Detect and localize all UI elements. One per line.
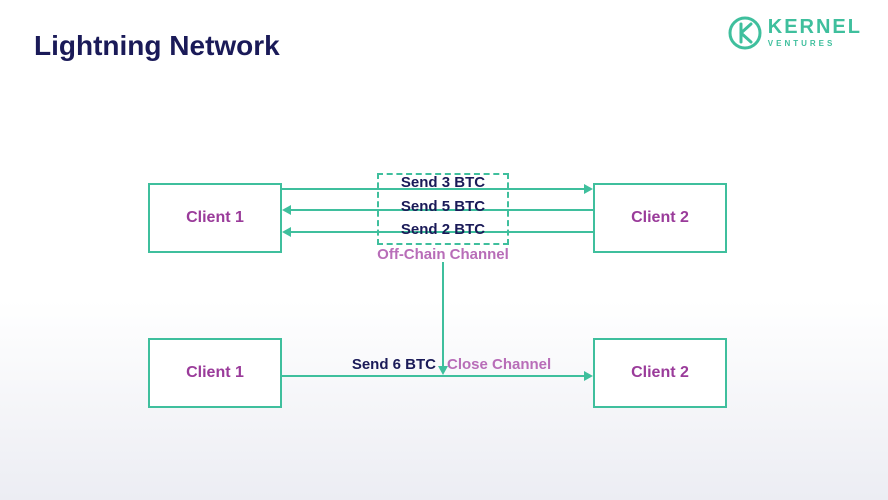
tx1-arrowhead	[584, 184, 593, 194]
tx1-label: Send 3 BTC	[377, 174, 509, 191]
top-left-node: Client 1	[148, 183, 282, 253]
bottom-arrow-line	[282, 375, 584, 377]
bottom-right-node: Client 2	[593, 338, 727, 408]
node-label: Client 2	[631, 209, 689, 227]
node-label: Client 1	[186, 364, 244, 382]
node-label: Client 1	[186, 209, 244, 227]
bottom-left-label: Send 6 BTC	[350, 356, 436, 373]
bottom-arrowhead	[584, 371, 593, 381]
tx2-arrowhead	[282, 205, 291, 215]
bottom-left-node: Client 1	[148, 338, 282, 408]
offchain-channel-label: Off-Chain Channel	[377, 246, 509, 263]
node-label: Client 2	[631, 364, 689, 382]
vertical-connector	[442, 262, 444, 366]
top-right-node: Client 2	[593, 183, 727, 253]
tx3-arrowhead	[282, 227, 291, 237]
tx3-label: Send 2 BTC	[377, 221, 509, 238]
close-channel-label: Close Channel	[447, 356, 551, 373]
tx2-label: Send 5 BTC	[377, 198, 509, 215]
diagram-canvas: Client 1 Client 2 Send 3 BTC Send 5 BTC …	[0, 0, 888, 500]
